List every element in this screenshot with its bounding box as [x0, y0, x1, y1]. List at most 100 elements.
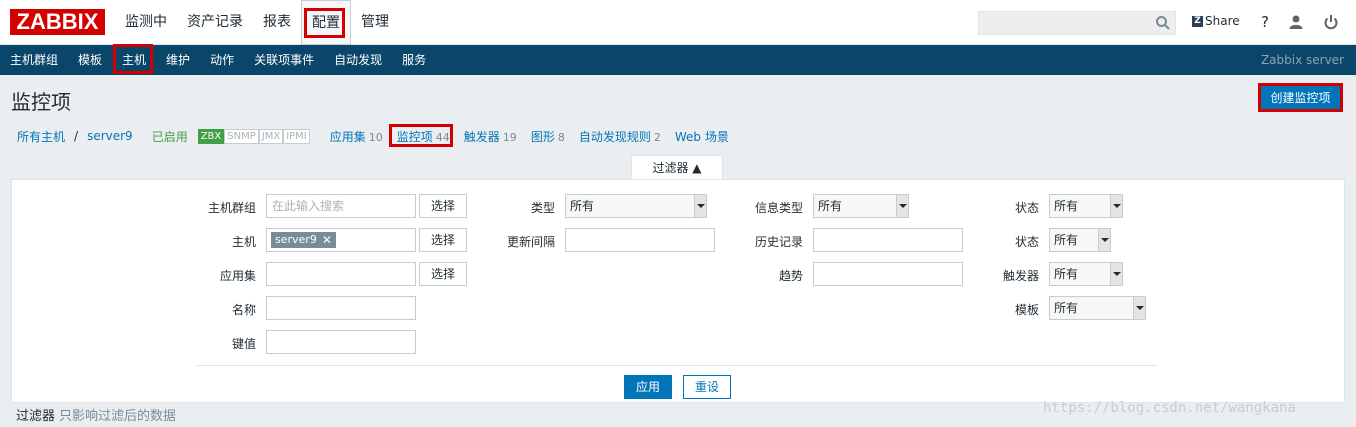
application-select-button[interactable]: 选择 [419, 262, 467, 286]
search-icon[interactable] [1155, 15, 1171, 31]
watermark: https://blog.csdn.net/wangkana [1043, 400, 1296, 416]
host-select-button[interactable]: 选择 [419, 228, 467, 252]
share-label: Share [1205, 14, 1240, 28]
type-select[interactable]: 所有 [565, 194, 707, 218]
subnav-host-groups[interactable]: 主机群组 [0, 45, 68, 75]
tab-web-scenarios[interactable]: Web 场景 [675, 128, 732, 145]
highlight-box-hosts [113, 44, 153, 74]
type-label: 类型 [530, 201, 555, 215]
status-select[interactable]: 所有 [1049, 228, 1111, 252]
host-group-input[interactable]: 在此输入搜索 [266, 194, 416, 218]
user-profile-icon[interactable] [1287, 13, 1305, 31]
nav-inventory[interactable]: 资产记录 [177, 0, 253, 45]
host-label: 主机 [231, 235, 256, 249]
host-status[interactable]: 已启用 [152, 128, 188, 145]
filter-divider [197, 365, 1157, 366]
host-chip: server9 ✕ [271, 232, 336, 248]
trends-input[interactable] [813, 262, 963, 286]
update-interval-label: 更新间隔 [506, 235, 555, 249]
subnav-services[interactable]: 服务 [392, 45, 436, 75]
key-label: 键值 [231, 337, 256, 351]
info-type-select[interactable]: 所有 [813, 194, 909, 218]
host-group-label: 主机群组 [207, 201, 256, 215]
application-label: 应用集 [219, 269, 256, 283]
main-nav: 监测中 资产记录 报表 配置 管理 [115, 0, 399, 45]
breadcrumb-all-hosts[interactable]: 所有主机 [17, 128, 65, 145]
template-select-value: 所有 [1054, 301, 1079, 315]
help-icon[interactable]: ? [1256, 13, 1274, 31]
key-input[interactable] [266, 330, 416, 354]
sub-nav: 主机群组 模板 主机 维护 动作 关联项事件 自动发现 服务 [0, 45, 436, 75]
breadcrumb-host[interactable]: server9 [87, 129, 133, 143]
sub-nav-bar: 主机群组 模板 主机 维护 动作 关联项事件 自动发现 服务 Zabbix se… [0, 45, 1356, 75]
info-type-label: 信息类型 [754, 201, 803, 215]
tab-discovery-rules[interactable]: 自动发现规则 2 [579, 128, 661, 145]
chevron-down-icon [1110, 263, 1122, 285]
subnav-templates[interactable]: 模板 [68, 45, 112, 75]
state-select[interactable]: 所有 [1049, 194, 1123, 218]
update-interval-input[interactable] [565, 228, 715, 252]
template-select[interactable]: 所有 [1049, 296, 1146, 320]
reset-button[interactable]: 重设 [683, 375, 731, 399]
highlight-box-create [1258, 83, 1343, 112]
highlight-box-items [389, 124, 453, 147]
type-select-value: 所有 [570, 199, 595, 213]
sign-out-icon[interactable] [1322, 13, 1340, 31]
highlight-box-configuration [304, 8, 345, 38]
filter-note: 过滤器 只影响过滤后的数据 [16, 405, 176, 424]
info-type-select-value: 所有 [818, 199, 843, 213]
name-input[interactable] [266, 296, 416, 320]
chevron-down-icon [1098, 229, 1110, 251]
tab-triggers[interactable]: 触发器 19 [464, 128, 517, 145]
availability-badges: ZBX SNMP JMX IPMI [197, 128, 310, 144]
chevron-down-icon [694, 195, 706, 217]
subnav-discovery[interactable]: 自动发现 [324, 45, 392, 75]
chevron-down-icon [1133, 297, 1145, 319]
zabbix-share-icon: Z [1192, 15, 1203, 27]
host-chip-label: server9 [275, 233, 317, 246]
state-select-value: 所有 [1054, 199, 1079, 213]
filter-note-text: 只影响过滤后的数据 [59, 409, 177, 424]
top-header: ZABBIX 监测中 资产记录 报表 配置 管理 Z Share ? [0, 0, 1356, 45]
nav-reports[interactable]: 报表 [253, 0, 301, 45]
history-label: 历史记录 [754, 235, 803, 249]
triggers-select[interactable]: 所有 [1049, 262, 1123, 286]
host-group-select-button[interactable]: 选择 [419, 194, 467, 218]
name-label: 名称 [231, 303, 256, 317]
nav-monitoring[interactable]: 监测中 [115, 0, 177, 45]
badge-zbx: ZBX [197, 128, 225, 144]
filter-toggle-tab[interactable]: 过滤器 ▲ [631, 155, 723, 180]
application-input[interactable] [266, 262, 416, 286]
trends-label: 趋势 [778, 269, 803, 283]
server-name: Zabbix server [1260, 53, 1344, 67]
share-link[interactable]: Z Share [1192, 14, 1240, 28]
nav-administration[interactable]: 管理 [351, 0, 399, 45]
subnav-actions[interactable]: 动作 [200, 45, 244, 75]
chevron-down-icon [896, 195, 908, 217]
badge-ipmi: IPMI [283, 128, 310, 144]
subnav-event-correlation[interactable]: 关联项事件 [244, 45, 324, 75]
page-title: 监控项 [11, 90, 71, 114]
search-input[interactable] [978, 11, 1176, 35]
apply-button[interactable]: 应用 [624, 375, 672, 399]
status-label: 状态 [1014, 235, 1039, 249]
template-label: 模板 [1014, 303, 1039, 317]
tab-graphs[interactable]: 图形 8 [531, 128, 565, 145]
breadcrumb: 所有主机 / server9 已启用 ZBX SNMP JMX IPMI 应用集… [17, 127, 746, 145]
remove-chip-icon[interactable]: ✕ [322, 232, 332, 248]
history-input[interactable] [813, 228, 963, 252]
state-label: 状态 [1014, 201, 1039, 215]
subnav-maintenance[interactable]: 维护 [156, 45, 200, 75]
status-select-value: 所有 [1054, 233, 1079, 247]
zabbix-logo[interactable]: ZABBIX [10, 9, 105, 35]
badge-snmp: SNMP [224, 128, 259, 144]
breadcrumb-separator: / [74, 129, 79, 143]
badge-jmx: JMX [258, 128, 284, 144]
host-input[interactable]: server9 ✕ [266, 228, 416, 252]
filter-panel: 主机群组 在此输入搜索 选择 主机 server9 ✕ 选择 应用集 选择 名称 … [11, 179, 1345, 403]
tab-applications[interactable]: 应用集 10 [330, 128, 383, 145]
chevron-down-icon [1110, 195, 1122, 217]
filter-note-label: 过滤器 [16, 409, 56, 424]
triggers-label: 触发器 [1002, 269, 1039, 283]
triggers-select-value: 所有 [1054, 267, 1079, 281]
